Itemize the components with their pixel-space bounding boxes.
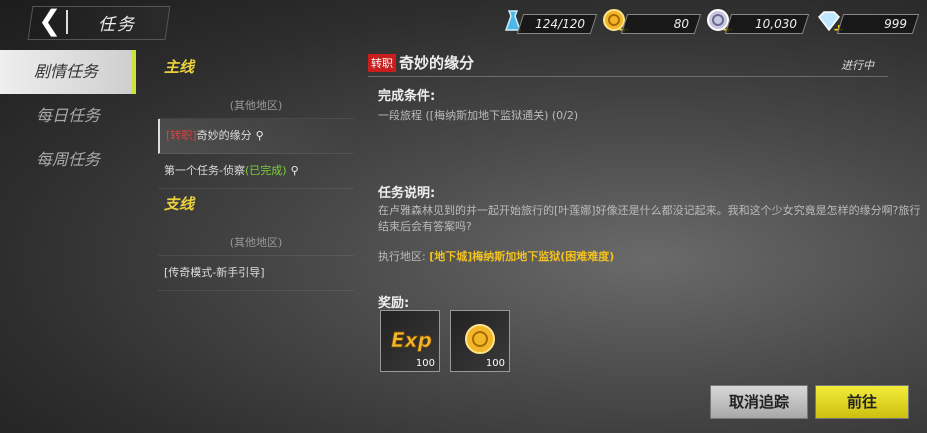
back-arrow-icon[interactable]: ❮ [38, 6, 61, 36]
quest-item-marvelous-fate[interactable]: [转职]奇妙的缘分 ⚲ [158, 119, 354, 154]
page-title: 任务 [98, 15, 136, 35]
quest-list: 主线 (其他地区) [转职]奇妙的缘分 ⚲ 第一个任务-侦察(已完成) ⚲ 支线 (… [158, 52, 354, 291]
description-text: 在卢雅森林见到的并一起开始旅行的[叶莲娜]好像还是什么都没记起来。我和这个少女究… [378, 204, 921, 233]
description-label: 任务说明: [378, 186, 436, 201]
go-button[interactable]: 前往 [815, 385, 909, 419]
reward-label: 奖励: [378, 296, 410, 311]
tab-daily-quests[interactable]: 每日任务 [0, 94, 136, 138]
completed-status: (已完成) [244, 164, 287, 177]
quest-detail-panel: 转职 奇妙的缘分 进行中 完成条件: 一段旅程 ([梅纳斯加地下监狱通关) (0/… [368, 52, 920, 311]
status-badge: 进行中 [841, 59, 874, 72]
execution-area: 执行地区: [地下城]梅纳斯加地下监狱(困难难度) [378, 249, 923, 265]
region-label: (其他地区) [158, 94, 354, 119]
quest-item-legend-mode-guide[interactable]: [传奇模式-新手引导] [158, 256, 354, 291]
cancel-tracking-button[interactable]: 取消追踪 [710, 385, 808, 419]
side-quest-heading: 支线 [164, 195, 195, 213]
region-label: (其他地区) [158, 231, 354, 256]
gold-counter: 80 [620, 14, 702, 34]
condition-label: 完成条件: [378, 89, 436, 104]
condition-text: 一段旅程 ([梅纳斯加地下监狱通关) (0/2) [378, 109, 579, 122]
reward-quantity: 100 [485, 358, 505, 369]
location-pin-icon[interactable]: ⚲ [256, 119, 264, 153]
reward-quantity: 100 [415, 358, 435, 369]
reward-slot-gold[interactable]: 100 [450, 310, 510, 372]
separator [66, 10, 68, 34]
detail-title: 奇妙的缘分 [399, 54, 475, 72]
area-value: [地下城]梅纳斯加地下监狱(困难难度) [429, 250, 615, 263]
main-quest-heading: 主线 [164, 58, 195, 76]
quest-category-sidebar: 剧情任务 每日任务 每周任务 [0, 50, 136, 182]
quest-name: 奇妙的缘分 [196, 129, 252, 142]
quest-name: 第一个任务-侦察 [164, 164, 245, 177]
location-pin-icon[interactable]: ⚲ [291, 154, 299, 188]
job-change-badge: 转职 [368, 53, 396, 72]
tab-story-quests[interactable]: 剧情任务 [0, 50, 136, 94]
diamond-counter: 999 [836, 14, 920, 34]
silver-counter: 10,030 [724, 14, 810, 34]
detail-header: 转职 奇妙的缘分 进行中 [368, 52, 888, 77]
tab-weekly-quests[interactable]: 每周任务 [0, 138, 136, 182]
top-bar: ❮ 任务 124/120 + 80 + 10,030 + 999 [0, 0, 927, 46]
job-change-tag: [转职] [166, 129, 197, 142]
quest-name: [传奇模式-新手引导] [164, 266, 265, 279]
energy-counter: 124/120 [516, 14, 598, 34]
exp-icon-text: Exp [391, 328, 432, 352]
quest-item-first-task[interactable]: 第一个任务-侦察(已完成) ⚲ [158, 154, 354, 189]
area-label: 执行地区: [378, 250, 426, 263]
reward-slot-exp[interactable]: Exp 100 [380, 310, 440, 372]
